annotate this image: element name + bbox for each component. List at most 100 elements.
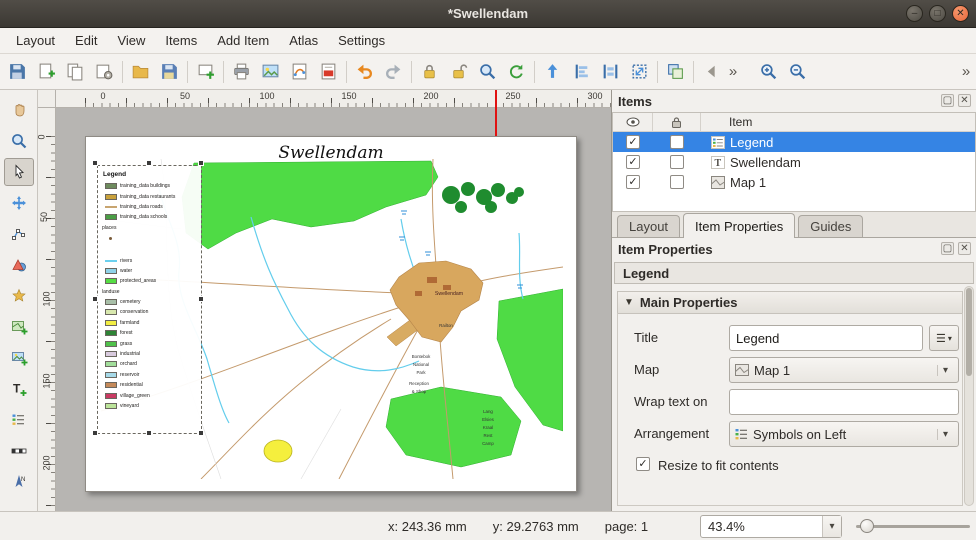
float-panel-icon[interactable]: ▢	[941, 94, 954, 107]
menu-layout[interactable]: Layout	[6, 30, 65, 51]
zoom-slider-thumb[interactable]	[860, 519, 874, 533]
save-template-icon[interactable]	[155, 58, 184, 86]
add-marker-icon[interactable]	[4, 282, 34, 310]
group-items-icon[interactable]	[661, 58, 690, 86]
lock-checkbox[interactable]	[670, 155, 684, 169]
tab-item-properties[interactable]: Item Properties	[683, 213, 795, 238]
add-picture-icon[interactable]	[4, 344, 34, 372]
arrangement-select[interactable]: Symbols on Left ▾	[729, 421, 959, 447]
maximize-button[interactable]: □	[929, 5, 946, 22]
zoom-tool-icon[interactable]	[4, 127, 34, 155]
legend-entry: training_data restaurants	[100, 191, 199, 201]
menu-items[interactable]: Items	[155, 30, 207, 51]
menu-add-item[interactable]: Add Item	[207, 30, 279, 51]
wrap-text-input[interactable]	[729, 389, 959, 415]
load-template-icon[interactable]	[126, 58, 155, 86]
zoom-in-icon[interactable]	[754, 58, 783, 86]
add-map-icon[interactable]	[4, 313, 34, 341]
tab-guides[interactable]: Guides	[798, 215, 863, 237]
unlock-items-icon[interactable]	[444, 58, 473, 86]
menu-edit[interactable]: Edit	[65, 30, 107, 51]
distribute-items-icon[interactable]	[596, 58, 625, 86]
ellipse-item[interactable]	[264, 440, 292, 462]
tab-layout[interactable]: Layout	[617, 215, 680, 237]
selection-handle[interactable]	[92, 160, 98, 166]
visibility-checkbox[interactable]: ✓	[626, 135, 640, 149]
map-select[interactable]: Map 1 ▾	[729, 357, 959, 383]
ruler-label: 50	[180, 91, 190, 101]
legend-item[interactable]: Legend training_data buildings training_…	[98, 166, 201, 433]
selection-handle[interactable]	[92, 430, 98, 436]
zoom-full-icon[interactable]	[473, 58, 502, 86]
item-row-legend[interactable]: ✓ Legend	[613, 132, 975, 152]
close-button[interactable]: ✕	[952, 5, 969, 22]
export-pdf-icon[interactable]	[314, 58, 343, 86]
pan-icon[interactable]	[4, 96, 34, 124]
add-pages-icon[interactable]	[191, 58, 220, 86]
vertical-ruler[interactable]: 0 50 100 150 200	[38, 108, 56, 511]
refresh-icon[interactable]	[502, 58, 531, 86]
close-panel-icon[interactable]: ✕	[958, 94, 971, 107]
zoom-out-icon[interactable]	[783, 58, 812, 86]
menu-view[interactable]: View	[107, 30, 155, 51]
toolbar-overflow-icon[interactable]: »	[726, 63, 740, 80]
lock-checkbox[interactable]	[670, 175, 684, 189]
add-scalebar-icon[interactable]	[4, 437, 34, 465]
scrollbar-thumb[interactable]	[966, 288, 972, 376]
legend-title-input[interactable]	[729, 325, 923, 351]
add-shape-icon[interactable]	[4, 251, 34, 279]
save-icon[interactable]	[3, 58, 32, 86]
svg-text:N: N	[21, 477, 25, 483]
menu-atlas[interactable]: Atlas	[279, 30, 328, 51]
resize-items-icon[interactable]	[625, 58, 654, 86]
item-row-swellendam[interactable]: ✓ T Swellendam	[613, 152, 975, 172]
close-panel-icon[interactable]: ✕	[958, 242, 971, 255]
minimize-button[interactable]: –	[906, 5, 923, 22]
layout-canvas[interactable]: 0 50 100 150 200 250 300 0 50 100 150 20…	[38, 90, 612, 511]
print-icon[interactable]	[227, 58, 256, 86]
legend-label: reservoir	[120, 372, 139, 378]
horizontal-ruler[interactable]: 0 50 100 150 200 250 300	[56, 90, 612, 108]
chevron-down-icon: ▾	[822, 516, 841, 537]
add-label-icon[interactable]: T	[4, 375, 34, 403]
lock-items-icon[interactable]	[415, 58, 444, 86]
float-panel-icon[interactable]: ▢	[941, 242, 954, 255]
undo-icon[interactable]	[350, 58, 379, 86]
export-svg-icon[interactable]	[285, 58, 314, 86]
menu-settings[interactable]: Settings	[328, 30, 395, 51]
select-move-item-icon[interactable]	[4, 158, 34, 186]
selection-handle[interactable]	[92, 296, 98, 302]
align-items-icon[interactable]	[567, 58, 596, 86]
selection-handle[interactable]	[198, 430, 204, 436]
raise-items-icon[interactable]	[538, 58, 567, 86]
selection-handle[interactable]	[198, 296, 204, 302]
new-layout-icon[interactable]	[32, 58, 61, 86]
layout-page[interactable]: Swellendam	[85, 136, 577, 492]
move-item-content-icon[interactable]	[4, 189, 34, 217]
visibility-checkbox[interactable]: ✓	[626, 175, 640, 189]
legend-label: farmland	[120, 320, 139, 326]
resize-to-fit-checkbox[interactable]: ✓	[636, 457, 650, 471]
add-legend-icon[interactable]	[4, 406, 34, 434]
items-panel: Items ▢ ✕ Item ✓ Legend ✓ T Swellendam ✓…	[612, 90, 976, 212]
duplicate-layout-icon[interactable]	[61, 58, 90, 86]
item-row-map1[interactable]: ✓ Map 1	[613, 172, 975, 192]
selection-handle[interactable]	[198, 160, 204, 166]
legend-label: grass	[120, 341, 132, 347]
zoom-slider[interactable]	[856, 512, 970, 540]
properties-scrollbar[interactable]	[964, 286, 974, 506]
edit-nodes-item-icon[interactable]	[4, 220, 34, 248]
main-properties-group[interactable]: ▼ Main Properties	[617, 291, 963, 314]
visibility-checkbox[interactable]: ✓	[626, 155, 640, 169]
redo-icon[interactable]	[379, 58, 408, 86]
lock-checkbox[interactable]	[670, 135, 684, 149]
selection-handle[interactable]	[146, 430, 152, 436]
data-defined-override-button[interactable]: ☰▾	[929, 325, 959, 351]
add-north-arrow-icon[interactable]: N	[4, 468, 34, 496]
toolbar-overflow-2-icon[interactable]: »	[959, 63, 973, 80]
atlas-prev-icon[interactable]	[697, 58, 726, 86]
export-image-icon[interactable]	[256, 58, 285, 86]
layout-manager-icon[interactable]	[90, 58, 119, 86]
selection-handle[interactable]	[146, 160, 152, 166]
zoom-level-combo[interactable]: 43.4% ▾	[700, 515, 842, 538]
